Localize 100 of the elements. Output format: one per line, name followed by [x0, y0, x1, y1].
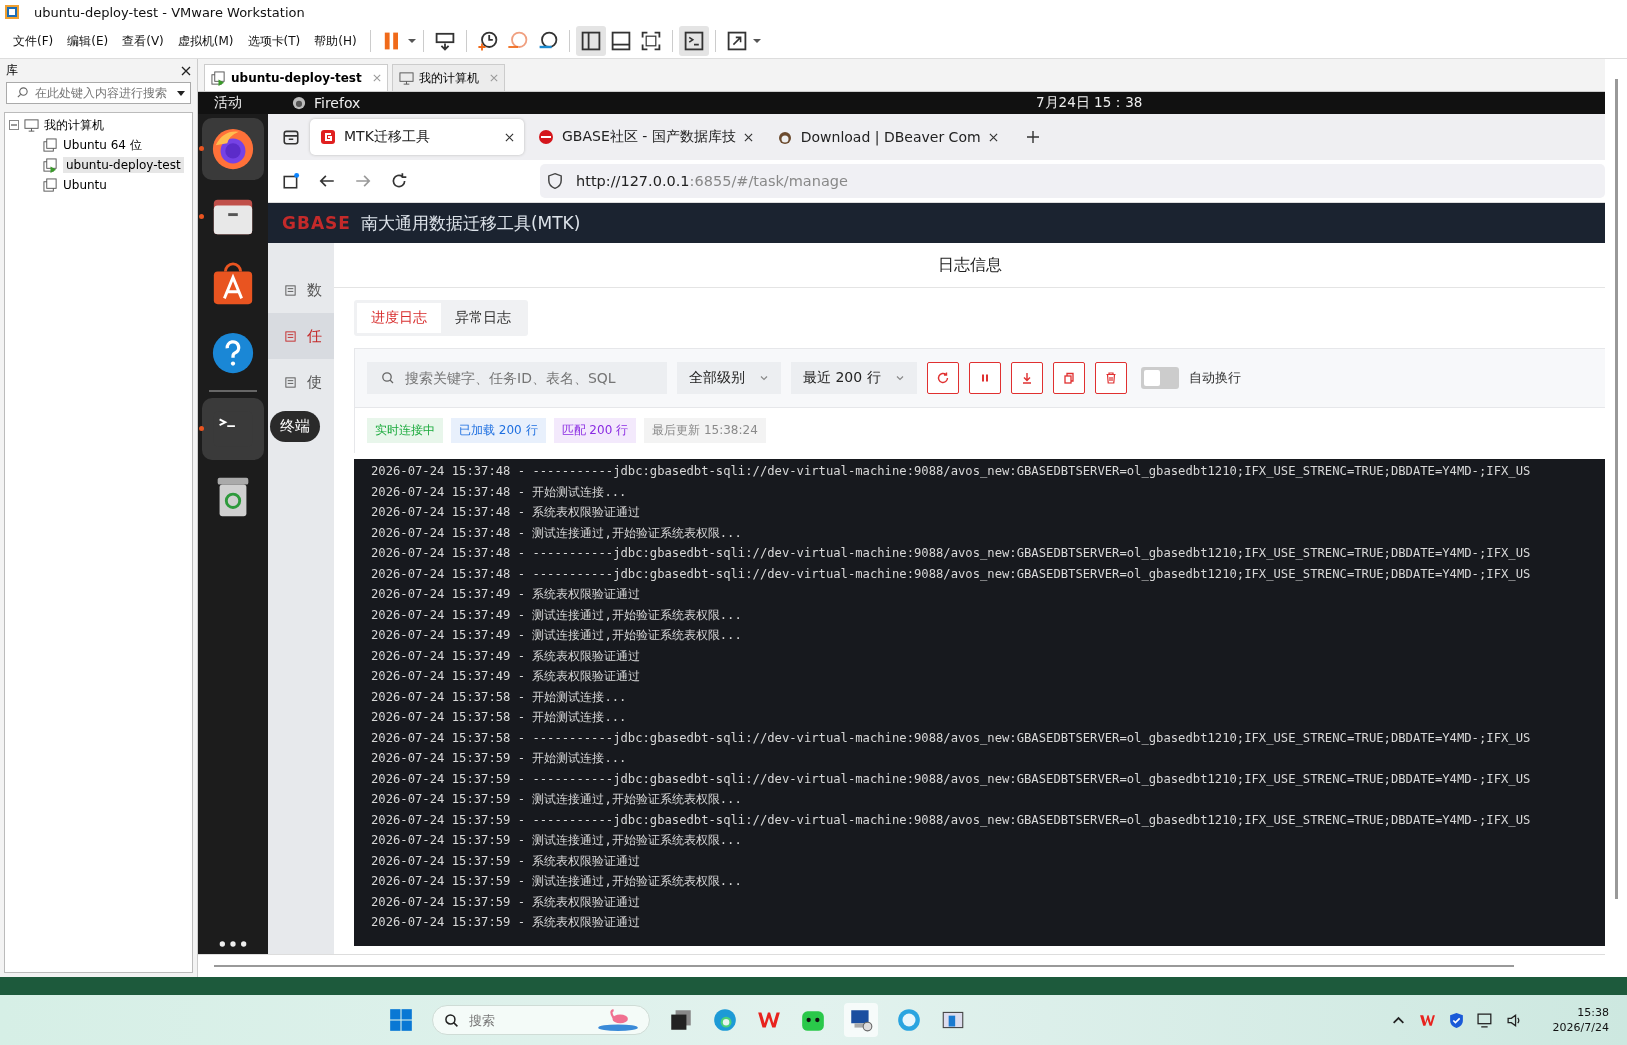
clock[interactable]: 7月24日 15：38 — [1036, 94, 1143, 112]
chevron-down-icon — [759, 373, 769, 383]
network-icon[interactable] — [1476, 1011, 1494, 1029]
nav-item[interactable]: 使 — [268, 359, 334, 405]
menu-item[interactable]: 虚拟机(M) — [170, 28, 241, 54]
log-line: 2026-07-24 15:37:48 - 系统表权限验证通过 — [371, 504, 642, 521]
log-line: 2026-07-24 15:37:49 - 系统表权限验证通过 — [371, 586, 642, 603]
status-tag: 匹配 200 行 — [553, 418, 637, 443]
clock-date[interactable]: 2026/7/24 — [1552, 1021, 1609, 1034]
app-menu[interactable]: Firefox — [314, 95, 361, 111]
log-line: 2026-07-24 15:37:49 - 系统表权限验证通过 — [371, 647, 642, 665]
toggle-label: 自动换行 — [1188, 369, 1241, 387]
status-tag: 已加载 200 行 — [451, 418, 546, 443]
vm-app-icon[interactable] — [844, 1003, 878, 1037]
computer-icon — [24, 117, 39, 133]
circle-logo-icon — [538, 129, 554, 145]
refresh-button[interactable] — [926, 362, 959, 394]
copy-button[interactable] — [1052, 362, 1085, 394]
log-line: 2026-07-24 15:37:59 - 系统表权限验证通过 — [371, 852, 642, 870]
log-line: 2026-07-24 15:37:49 - 测试连接通过,开始验证系统表权限... — [371, 606, 743, 624]
close-icon[interactable] — [743, 132, 753, 142]
list-icon — [284, 283, 297, 297]
nav-item[interactable]: 任 — [268, 313, 334, 359]
log-line: 2026-07-24 15:37:58 - 开始测试连接... — [371, 709, 628, 726]
activities-button[interactable]: 活动 — [198, 94, 258, 112]
status-tag: 实时连接中 — [367, 418, 443, 443]
close-icon[interactable] — [988, 132, 998, 142]
log-line: 2026-07-24 15:37:59 - 开始测试连接... — [371, 750, 628, 767]
caret-icon[interactable] — [751, 36, 762, 46]
nav-item[interactable]: 数 — [268, 267, 334, 313]
list-icon — [284, 375, 297, 389]
flamingo-icon — [596, 1009, 640, 1031]
address-field[interactable]: http://127.0.0.1:6855/#/task/manage — [540, 164, 1605, 198]
log-tab[interactable]: 异常日志 — [441, 303, 525, 333]
dropdown[interactable]: 全部级别 — [677, 362, 781, 394]
logo: GBASE — [282, 213, 351, 233]
vmware-logo-icon — [4, 4, 20, 20]
menu-item[interactable]: 编辑(E) — [60, 28, 116, 54]
scrollbar[interactable] — [1614, 79, 1618, 899]
log-line: 2026-07-24 15:37:59 - 系统表权限验证通过 — [371, 914, 642, 931]
search-field[interactable]: 搜索 — [432, 1005, 650, 1035]
browser-tab[interactable]: MTK迁移工具 — [310, 119, 524, 155]
log-line: 2026-07-24 15:37:59 - -----------jdbc:gbasedbt-sqli://dev-virtual-machine:9088/avos_new:GBASEDBTSERVER=ol_gbasedbt1210;IFX_USE_STRENC=TRUE;DBDATE=Y4MD-;IFX_US — [371, 770, 1532, 788]
search-field[interactable]: 在此处键入内容进行搜索 — [6, 82, 191, 104]
menu-item[interactable]: 查看(V) — [115, 28, 171, 54]
tree-item[interactable]: Ubuntu 64 位 — [63, 136, 142, 154]
computer-icon — [398, 70, 414, 86]
dropdown[interactable]: 最近 200 行 — [791, 362, 917, 394]
start-icon[interactable] — [388, 1007, 414, 1033]
library-title: 库 — [6, 62, 18, 79]
log-tab[interactable]: 进度日志 — [357, 303, 441, 333]
shield-icon[interactable] — [1447, 1011, 1465, 1029]
delete-button[interactable] — [1094, 362, 1127, 394]
menu-item[interactable]: 帮助(H) — [307, 28, 364, 54]
app-title: 南大通用数据迁移工具(MTK) — [360, 211, 581, 235]
pause-button[interactable] — [968, 362, 1001, 394]
close-icon[interactable] — [181, 65, 191, 76]
menu-item[interactable]: 选项卡(T) — [240, 28, 308, 54]
log-line: 2026-07-24 15:37:59 - 测试连接通过,开始验证系统表权限... — [371, 791, 743, 808]
list-icon — [284, 329, 297, 343]
toggle-switch[interactable] — [1140, 367, 1179, 389]
firefox-icon[interactable] — [210, 126, 256, 172]
browser-tab[interactable]: Download | DBeaver Com — [766, 119, 1008, 155]
log-line: 2026-07-24 15:37:58 - 开始测试连接... — [371, 688, 628, 706]
log-line: 2026-07-24 15:37:48 - -----------jdbc:gbasedbt-sqli://dev-virtual-machine:9088/avos_new:GBASEDBTSERVER=ol_gbasedbt1210;IFX_USE_STRENC=TRUE;DBDATE=Y4MD-;IFX_US — [371, 565, 1532, 583]
console-icon[interactable] — [678, 26, 709, 56]
log-line: 2026-07-24 15:37:59 - 系统表权限验证通过 — [371, 893, 642, 911]
menu-item[interactable]: 文件(F) — [6, 28, 61, 54]
edge-icon[interactable] — [712, 1007, 738, 1033]
chevron-down-icon — [894, 373, 905, 383]
collapse-icon[interactable] — [9, 120, 19, 130]
dialog-title: 日志信息 — [937, 254, 1002, 276]
new-tab-icon[interactable] — [1025, 130, 1040, 144]
log-line: 2026-07-24 15:37:48 - -----------jdbc:gbasedbt-sqli://dev-virtual-machine:9088/avos_new:GBASEDBTSERVER=ol_gbasedbt1210;IFX_USE_STRENC=TRUE;DBDATE=Y4MD-;IFX_US — [371, 545, 1532, 562]
search-field[interactable]: 搜索关键字、任务ID、表名、SQL — [367, 362, 667, 394]
log-line: 2026-07-24 15:37:48 - 测试连接通过,开始验证系统表权限... — [371, 524, 743, 542]
log-line: 2026-07-24 15:37:48 - 开始测试连接... — [371, 483, 628, 501]
app-grid-icon[interactable] — [217, 940, 249, 948]
task-view-icon[interactable] — [668, 1007, 694, 1033]
log-line: 2026-07-24 15:37:59 - 测试连接通过,开始验证系统表权限... — [371, 832, 743, 849]
browser-tab[interactable]: GBASE社区 - 国产数据库技 — [528, 119, 763, 155]
tree-item[interactable]: 我的计算机 — [44, 116, 104, 134]
clock-time[interactable]: 15:38 — [1577, 1006, 1609, 1019]
close-icon[interactable] — [505, 132, 514, 142]
window-title: ubuntu-deploy-test - VMware Workstation — [34, 4, 305, 20]
scrollbar[interactable] — [214, 965, 1514, 967]
download-button[interactable] — [1010, 362, 1043, 394]
vm-tab[interactable]: 我的计算机 — [391, 64, 505, 91]
sidebar-view-icon[interactable] — [575, 26, 606, 56]
caret-icon[interactable] — [406, 36, 417, 46]
vm-tab[interactable]: ubuntu-deploy-test — [204, 64, 388, 91]
status-tag: 最后更新 15:38:24 — [644, 418, 766, 443]
g-logo-icon — [320, 129, 336, 145]
help-icon[interactable] — [210, 330, 256, 376]
log-line: 2026-07-24 15:37:49 - 系统表权限验证通过 — [371, 668, 642, 685]
dropdown-arrow-icon[interactable] — [176, 88, 186, 98]
copy-icon — [1061, 371, 1076, 385]
tree-item[interactable]: ubuntu-deploy-test — [63, 157, 184, 173]
log-line: 2026-07-24 15:37:48 - -----------jdbc:gbasedbt-sqli://dev-virtual-machine:9088/avos_new:GBASEDBTSERVER=ol_gbasedbt1210;IFX_USE_STRENC=TRUE;DBDATE=Y4MD-;IFX_US — [371, 463, 1532, 480]
tree-item[interactable]: Ubuntu — [63, 178, 107, 192]
